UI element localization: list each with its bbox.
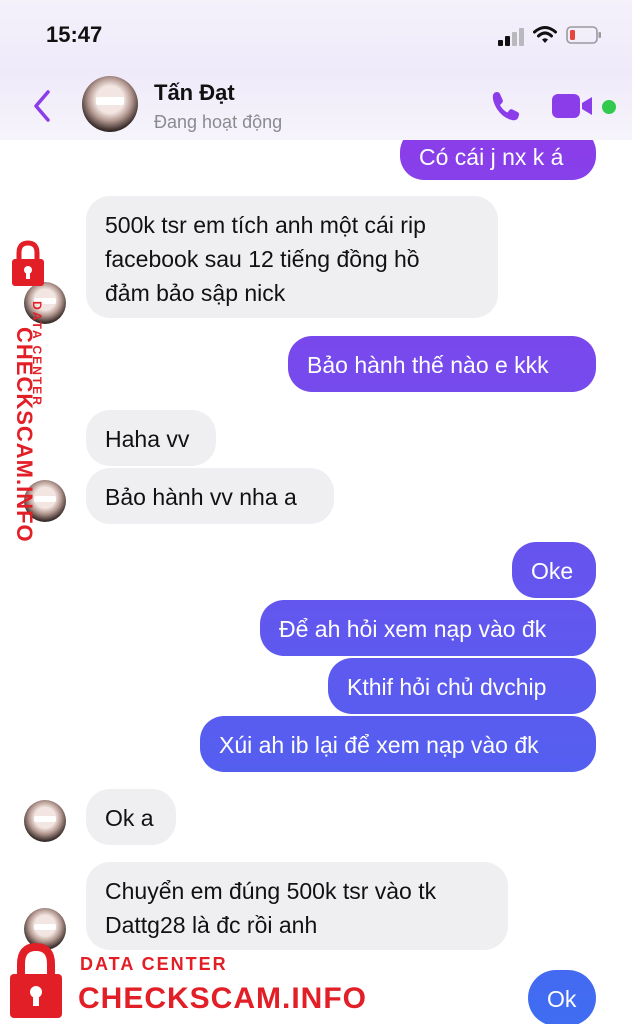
watermark-small-text: DATA CENTER	[80, 954, 228, 974]
message-bubble-incoming[interactable]: Chuyển em đúng 500k tsr vào tk Dattg28 là…	[86, 862, 508, 950]
watermark-big-text: CHECKSCAM.INFO	[78, 982, 367, 1015]
lock-icon	[10, 942, 62, 1018]
wifi-icon	[533, 26, 557, 43]
message-bubble-incoming[interactable]: Ok a	[86, 789, 176, 845]
message-bubble-outgoing[interactable]: Để ah hỏi xem nạp vào đk	[260, 600, 596, 656]
message-text: Có cái j nx k á	[419, 144, 564, 170]
message-bubble-outgoing[interactable]: Ok	[528, 970, 596, 1024]
message-list: Có cái j nx k á 500k tsr em tích anh một …	[0, 140, 632, 1024]
message-text-line: Dattg28 là đc rồi anh	[105, 912, 318, 938]
status-bar: 15:47	[0, 0, 632, 72]
privacy-mask	[34, 924, 56, 930]
status-time: 15:47	[46, 22, 103, 47]
message-text: Haha vv	[105, 426, 190, 452]
message-bubble-outgoing[interactable]: Kthif hỏi chủ dvchip	[328, 658, 596, 714]
message-bubble-incoming[interactable]: Haha vv	[86, 410, 216, 466]
lock-icon	[12, 240, 44, 286]
privacy-mask	[34, 816, 56, 822]
message-text: Bảo hành thế nào e kkk	[307, 352, 549, 378]
contact-status: Đang hoạt động	[154, 112, 283, 132]
sender-avatar[interactable]	[24, 800, 66, 842]
message-text: Xúi ah ib lại để xem nạp vào đk	[219, 732, 539, 758]
message-text-line: Chuyển em đúng 500k tsr vào tk	[105, 878, 437, 904]
phone-call-icon[interactable]	[488, 88, 524, 124]
watermark-bottom: DATA CENTER CHECKSCAM.INFO	[8, 938, 388, 1024]
message-bubble-outgoing[interactable]: Oke	[512, 542, 596, 598]
battery-low-icon	[566, 26, 601, 44]
watermark-big-text: CHECKSCAM.INFO	[12, 327, 37, 543]
online-indicator	[600, 98, 618, 116]
message-text: Bảo hành vv nha a	[105, 484, 297, 510]
message-text-line: 500k tsr em tích anh một cái rip	[105, 212, 426, 238]
message-bubble-incoming[interactable]: Bảo hành vv nha a	[86, 468, 334, 524]
message-bubble-outgoing[interactable]: Xúi ah ib lại để xem nạp vào đk	[200, 716, 596, 772]
message-text-line: facebook sau 12 tiếng đồng hồ	[105, 246, 420, 272]
message-bubble-outgoing[interactable]: Có cái j nx k á	[400, 140, 596, 180]
message-text: Ok a	[105, 805, 154, 831]
message-text: Để ah hỏi xem nạp vào đk	[279, 616, 547, 642]
contact-name[interactable]: Tấn Đạt	[154, 80, 235, 106]
conversation-header: Tấn Đạt Đang hoạt động	[0, 72, 632, 140]
message-text: Oke	[531, 558, 574, 584]
message-text: Kthif hỏi chủ dvchip	[347, 674, 547, 700]
video-call-icon[interactable]	[550, 92, 596, 120]
back-chevron-icon[interactable]	[28, 86, 58, 126]
message-bubble-incoming[interactable]: 500k tsr em tích anh một cái rip facebook…	[86, 196, 498, 318]
message-text: Ok	[547, 986, 577, 1012]
message-text-line: đảm bảo sập nick	[105, 280, 286, 306]
watermark-vertical: DATA CENTER CHECKSCAM.INFO	[6, 240, 66, 543]
cellular-signal-icon	[498, 28, 526, 46]
message-bubble-outgoing[interactable]: Bảo hành thế nào e kkk	[288, 336, 596, 392]
contact-avatar[interactable]	[82, 76, 138, 132]
